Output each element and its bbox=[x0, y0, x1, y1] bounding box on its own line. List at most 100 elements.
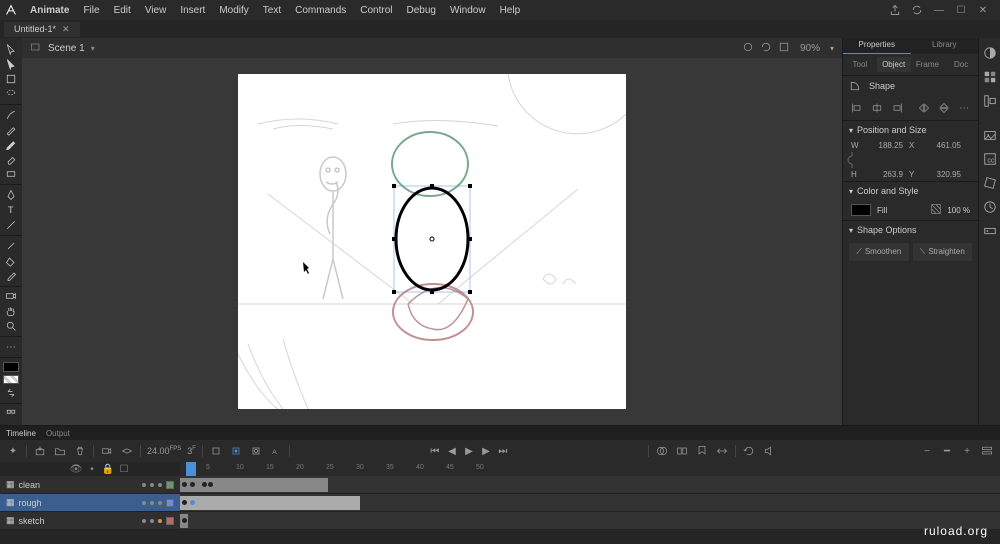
zoom-out-timeline-icon[interactable]: − bbox=[920, 444, 934, 458]
pen-tool[interactable] bbox=[0, 188, 22, 202]
lasso-tool[interactable] bbox=[0, 87, 22, 101]
menu-control[interactable]: Control bbox=[354, 3, 398, 18]
lock-toggle[interactable] bbox=[158, 519, 162, 523]
eraser-tool[interactable] bbox=[0, 152, 22, 166]
new-folder-icon[interactable] bbox=[53, 444, 67, 458]
layer-row[interactable]: ▦ sketch bbox=[0, 512, 1000, 530]
timeline-tab[interactable]: Timeline bbox=[6, 429, 36, 438]
menu-insert[interactable]: Insert bbox=[174, 3, 211, 18]
visibility-toggle[interactable] bbox=[150, 501, 154, 505]
rectangle-tool[interactable] bbox=[0, 167, 22, 181]
go-to-last-icon[interactable]: ⏭ bbox=[496, 444, 510, 458]
output-tab[interactable]: Output bbox=[46, 429, 70, 438]
frames-track[interactable] bbox=[180, 476, 1000, 493]
document-tab-close-icon[interactable]: ✕ bbox=[62, 24, 70, 35]
menu-file[interactable]: File bbox=[77, 3, 105, 18]
canvas[interactable] bbox=[238, 74, 626, 409]
color-style-header[interactable]: ▾Color and Style bbox=[843, 182, 978, 200]
lock-toggle[interactable] bbox=[158, 483, 162, 487]
delete-layer-icon[interactable] bbox=[73, 444, 87, 458]
align-panel-icon[interactable] bbox=[979, 90, 1000, 112]
insert-frame-icon[interactable] bbox=[209, 444, 223, 458]
highlight-toggle[interactable] bbox=[142, 483, 146, 487]
assets-panel-icon[interactable] bbox=[979, 124, 1000, 146]
doc-context-tab[interactable]: Doc bbox=[944, 57, 978, 72]
height-value[interactable]: 263.9 bbox=[865, 170, 903, 179]
swatches-panel-icon[interactable] bbox=[979, 66, 1000, 88]
zoom-level[interactable]: 90% bbox=[796, 43, 824, 54]
timeline-view-icon[interactable] bbox=[980, 444, 994, 458]
go-to-first-icon[interactable]: ⏮ bbox=[428, 444, 442, 458]
chevron-down-icon[interactable]: ▾ bbox=[91, 44, 95, 53]
clip-content-icon[interactable] bbox=[742, 41, 754, 56]
menu-edit[interactable]: Edit bbox=[108, 3, 137, 18]
paint-bucket-tool[interactable] bbox=[0, 254, 22, 268]
sync-icon[interactable] bbox=[910, 3, 924, 17]
frames-track[interactable] bbox=[180, 512, 1000, 529]
hand-tool[interactable] bbox=[0, 304, 22, 318]
minimize-icon[interactable]: — bbox=[932, 3, 946, 17]
new-layer-icon[interactable] bbox=[33, 444, 47, 458]
canvas-viewport[interactable] bbox=[22, 58, 842, 425]
outline-toggle[interactable] bbox=[166, 481, 174, 489]
scene-selector[interactable]: Scene 1 bbox=[48, 43, 85, 54]
opacity-value[interactable]: 100 % bbox=[947, 206, 970, 215]
components-panel-icon[interactable] bbox=[979, 220, 1000, 242]
menu-window[interactable]: Window bbox=[444, 3, 492, 18]
bone-tool[interactable] bbox=[0, 239, 22, 253]
visibility-col-icon[interactable]: • bbox=[86, 464, 98, 475]
tool-context-tab[interactable]: Tool bbox=[843, 57, 877, 72]
menu-modify[interactable]: Modify bbox=[213, 3, 254, 18]
properties-tab[interactable]: Properties bbox=[843, 38, 911, 54]
width-value[interactable]: 188.25 bbox=[865, 141, 903, 150]
y-value[interactable]: 320.95 bbox=[923, 170, 961, 179]
eyedropper-tool[interactable] bbox=[0, 269, 22, 283]
align-left-icon[interactable] bbox=[849, 100, 865, 116]
onion-skin-icon[interactable] bbox=[655, 444, 669, 458]
camera-layer-icon[interactable] bbox=[100, 444, 114, 458]
fps-value[interactable]: 24.00FPS bbox=[147, 446, 181, 456]
share-icon[interactable] bbox=[888, 3, 902, 17]
tween-icon[interactable] bbox=[715, 444, 729, 458]
fill-color-swatch[interactable] bbox=[3, 375, 19, 385]
free-transform-tool[interactable] bbox=[0, 72, 22, 86]
highlight-toggle[interactable] bbox=[142, 519, 146, 523]
more-options-icon[interactable]: ⋯ bbox=[956, 100, 972, 116]
insert-keyframe-icon[interactable] bbox=[229, 444, 243, 458]
text-tool[interactable]: T bbox=[0, 203, 22, 217]
playhead[interactable] bbox=[186, 462, 196, 476]
frame-context-tab[interactable]: Frame bbox=[911, 57, 945, 72]
zoom-in-timeline-icon[interactable]: + bbox=[960, 444, 974, 458]
frame-auto-icon[interactable]: A bbox=[269, 444, 283, 458]
selection-tool[interactable] bbox=[0, 42, 22, 56]
layer-name[interactable]: rough bbox=[19, 498, 138, 508]
frames-track[interactable] bbox=[180, 494, 1000, 511]
library-tab[interactable]: Library bbox=[911, 38, 979, 54]
close-icon[interactable]: ✕ bbox=[976, 3, 990, 17]
shape-options-header[interactable]: ▾Shape Options bbox=[843, 221, 978, 239]
fluid-brush-tool[interactable] bbox=[0, 108, 22, 122]
rotate-view-icon[interactable] bbox=[760, 41, 772, 56]
step-back-icon[interactable]: ◀ bbox=[445, 444, 459, 458]
outline-col-icon[interactable]: ☐ bbox=[118, 464, 130, 475]
play-icon[interactable]: ▶ bbox=[462, 444, 476, 458]
fit-screen-icon[interactable] bbox=[778, 41, 790, 56]
straighten-button[interactable]: ⟍Straighten bbox=[913, 243, 973, 261]
x-value[interactable]: 461.05 bbox=[923, 141, 961, 150]
align-center-icon[interactable] bbox=[869, 100, 885, 116]
layer-depth-icon[interactable] bbox=[120, 444, 134, 458]
swap-colors-icon[interactable] bbox=[0, 386, 22, 400]
align-right-icon[interactable] bbox=[889, 100, 905, 116]
visibility-toggle[interactable] bbox=[150, 483, 154, 487]
menu-help[interactable]: Help bbox=[494, 3, 527, 18]
line-tool[interactable] bbox=[0, 218, 22, 232]
camera-tool[interactable] bbox=[0, 289, 22, 303]
object-context-tab[interactable]: Object bbox=[877, 57, 911, 72]
scrub-audio-icon[interactable] bbox=[762, 444, 776, 458]
history-panel-icon[interactable] bbox=[979, 196, 1000, 218]
maximize-icon[interactable]: ☐ bbox=[954, 3, 968, 17]
color-panel-icon[interactable] bbox=[979, 42, 1000, 64]
frame-ruler[interactable]: 5 10 15 20 25 30 35 40 45 50 bbox=[180, 462, 1000, 476]
outline-toggle[interactable] bbox=[166, 517, 174, 525]
edit-multiple-icon[interactable] bbox=[675, 444, 689, 458]
